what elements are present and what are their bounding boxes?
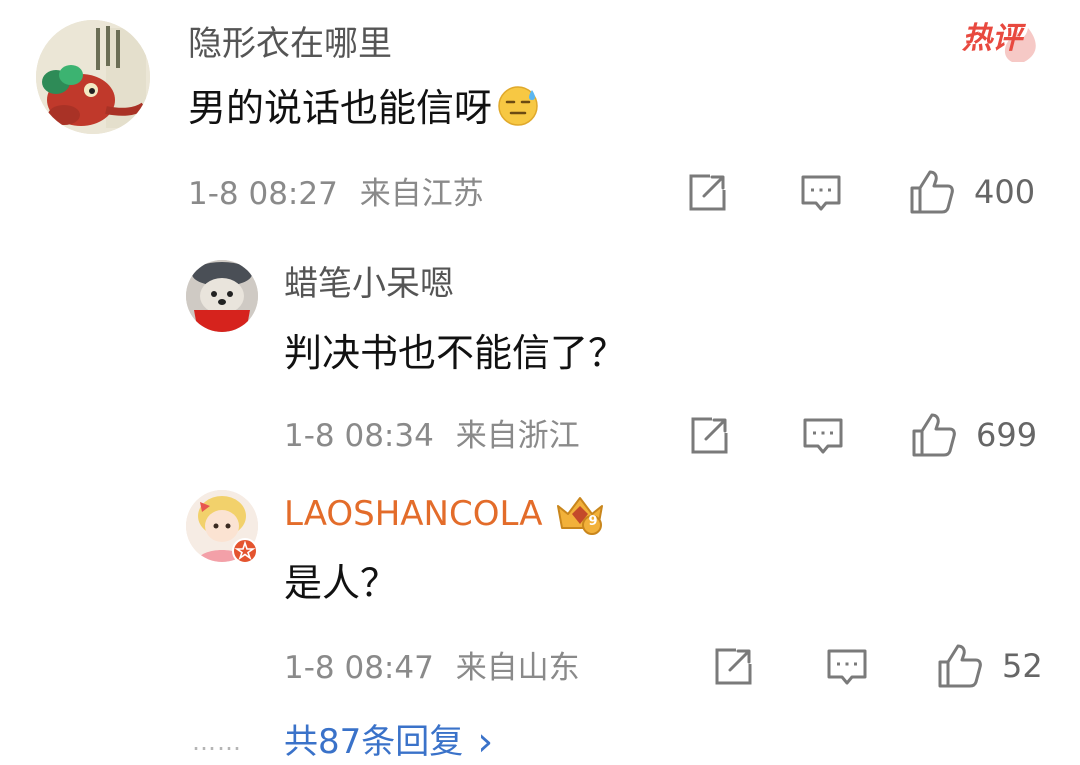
share-button[interactable] xyxy=(686,413,732,459)
comment-text: 男的说话也能信呀 xyxy=(188,86,493,130)
star-icon xyxy=(234,540,256,561)
thumbs-up-icon xyxy=(910,411,958,459)
comment-location: 来自江苏 xyxy=(359,176,484,212)
avatar[interactable] xyxy=(186,260,258,332)
share-icon xyxy=(715,648,752,685)
like-count: 400 xyxy=(974,173,1036,211)
comment-icon xyxy=(827,649,867,685)
reply-username[interactable]: 蜡笔小呆嗯 xyxy=(284,264,454,304)
comment-username[interactable]: 隐形衣在哪里 xyxy=(188,24,392,64)
crab-avatar-image xyxy=(36,20,150,134)
like-button[interactable]: 400 xyxy=(908,166,1035,218)
reply-time: 1-8 08:47 xyxy=(284,650,434,686)
comment-time: 1-8 08:27 xyxy=(188,176,338,212)
hot-badge-label: 热评 xyxy=(962,21,1022,56)
like-button[interactable]: 699 xyxy=(910,409,1037,461)
like-button[interactable]: 52 xyxy=(936,640,1043,692)
comment-icon xyxy=(803,418,843,454)
comment-button[interactable] xyxy=(824,644,870,690)
more-replies-dots: …… xyxy=(192,728,242,756)
reply-text: 是人？ xyxy=(284,561,399,605)
comment-icon xyxy=(801,175,841,211)
verified-badge xyxy=(232,538,258,564)
more-replies-label: 共87条回复 xyxy=(284,722,464,762)
reply-meta: 1-8 08:34 来自浙江 xyxy=(284,418,580,454)
comment-meta: 1-8 08:27 来自江苏 xyxy=(188,176,484,212)
chevron-right-icon: › xyxy=(477,719,494,765)
hot-comment-badge: 热评 xyxy=(960,10,1040,66)
avatar[interactable] xyxy=(36,20,150,134)
share-icon xyxy=(691,417,728,454)
like-count: 699 xyxy=(976,416,1038,454)
reply-username[interactable]: LAOSHANCOLA xyxy=(284,494,542,534)
membership-crown-badge: 9 xyxy=(554,492,606,536)
share-button[interactable] xyxy=(684,170,730,216)
reply-username-row: LAOSHANCOLA 9 xyxy=(284,492,606,536)
dog-avatar-image xyxy=(186,260,258,332)
badge-level: 9 xyxy=(588,514,598,529)
reply-location: 来自山东 xyxy=(455,650,580,686)
thumbs-up-icon xyxy=(908,168,956,216)
comment-button[interactable] xyxy=(798,170,844,216)
reply-location: 来自浙江 xyxy=(455,418,580,454)
sweat-smile-icon xyxy=(496,84,540,132)
reply-time: 1-8 08:34 xyxy=(284,418,434,454)
more-replies-link[interactable]: 共87条回复 › xyxy=(284,722,493,762)
comment-content: 男的说话也能信呀 xyxy=(188,84,540,132)
share-button[interactable] xyxy=(710,644,756,690)
reply-text: 判决书也不能信了？ xyxy=(284,331,627,375)
share-icon xyxy=(689,174,726,211)
thumbs-up-icon xyxy=(936,642,984,690)
like-count: 52 xyxy=(1002,647,1043,685)
comment-button[interactable] xyxy=(800,413,846,459)
reply-meta: 1-8 08:47 来自山东 xyxy=(284,650,580,686)
crown-icon xyxy=(557,497,604,535)
